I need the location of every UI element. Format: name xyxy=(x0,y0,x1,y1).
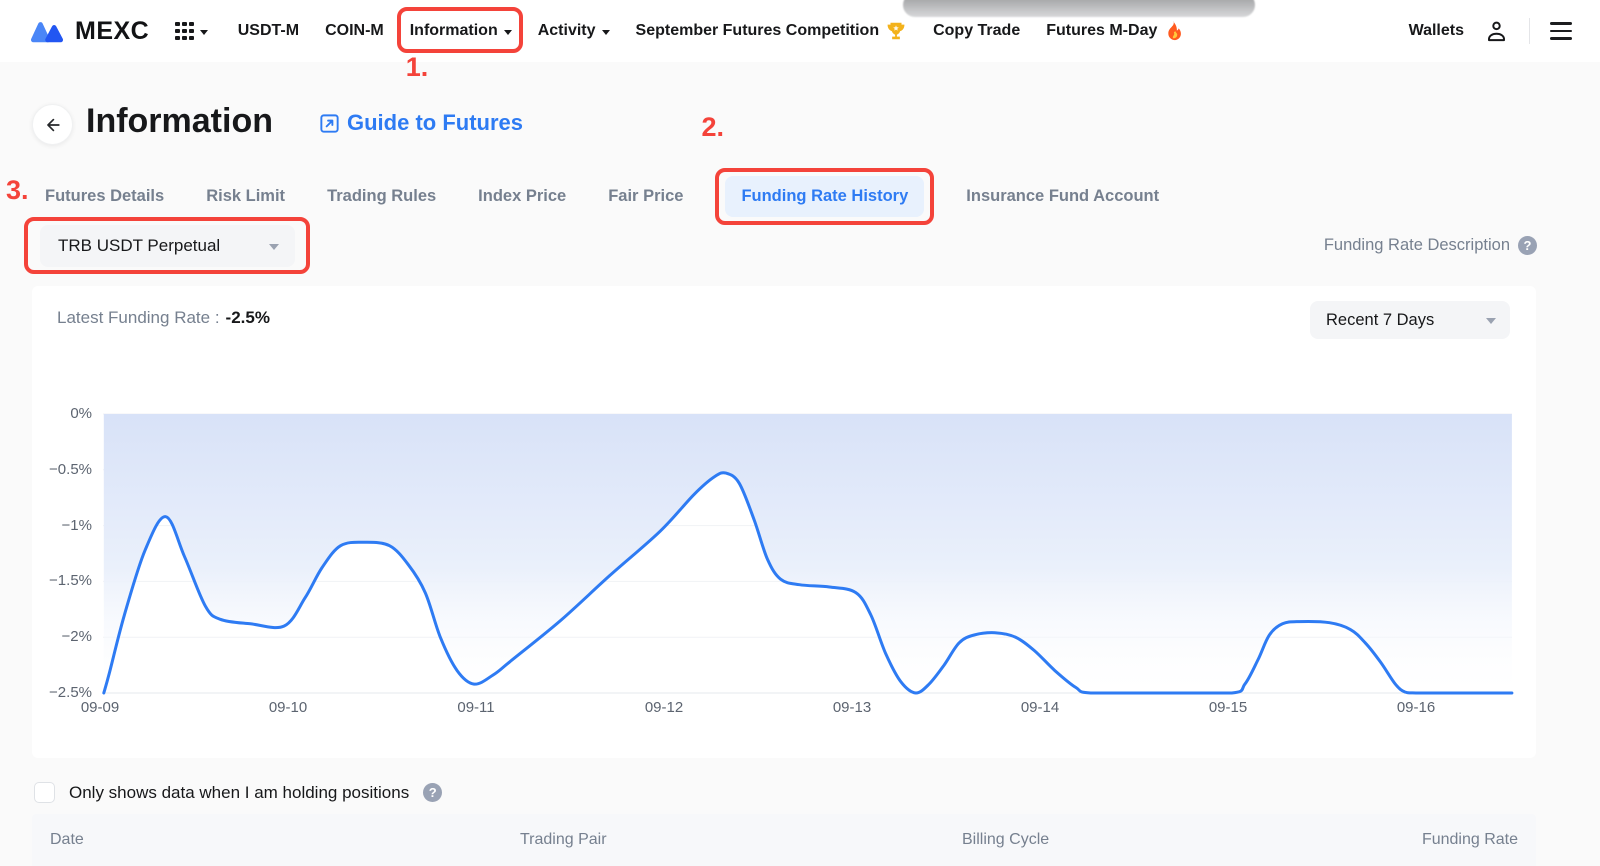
nav-item-label: Copy Trade xyxy=(933,22,1020,40)
funding-rate-table-header: Date Trading Pair Billing Cycle Funding Rat… xyxy=(32,814,1536,866)
nav-item-coin-m[interactable]: COIN-M xyxy=(325,22,384,40)
x-axis-tick: 09-12 xyxy=(645,699,683,716)
user-icon[interactable] xyxy=(1484,19,1509,44)
column-header-trading-pair: Trading Pair xyxy=(520,831,607,849)
x-axis-tick: 09-11 xyxy=(457,699,494,716)
chevron-down-icon xyxy=(269,244,279,250)
grid-icon xyxy=(175,22,194,41)
range-selector-value: Recent 7 Days xyxy=(1326,311,1434,330)
x-axis-tick: 09-09 xyxy=(81,699,119,716)
latest-funding-rate-value: -2.5% xyxy=(226,308,270,327)
column-header-billing-cycle: Billing Cycle xyxy=(962,831,1049,849)
positions-filter-row: Only shows data when I am holding positi… xyxy=(34,782,442,803)
top-navbar: MEXC USDT-M COIN-M Information1. Activity Se… xyxy=(0,0,1600,62)
nav-item-information[interactable]: Information1. xyxy=(410,22,512,40)
guide-to-futures-link[interactable]: Guide to Futures xyxy=(318,110,523,136)
funding-rate-description-label: Funding Rate Description xyxy=(1324,236,1510,255)
apps-grid-button[interactable] xyxy=(175,22,208,41)
tab-label: Index Price xyxy=(478,187,566,205)
menu-icon[interactable] xyxy=(1550,22,1572,40)
funding-rate-description-link[interactable]: Funding Rate Description ? xyxy=(1324,236,1537,255)
funding-rate-chart-card: Latest Funding Rate : -2.5% Recent 7 Days xyxy=(32,286,1536,758)
range-selector[interactable]: Recent 7 Days xyxy=(1310,301,1510,339)
mexc-logo-icon xyxy=(28,17,66,45)
chevron-down-icon xyxy=(200,30,208,35)
information-tabs: Futures Details Risk Limit Trading Rules In… xyxy=(45,176,1159,217)
nav-item-copy-trade[interactable]: Copy Trade xyxy=(933,22,1020,40)
pair-selector[interactable]: TRB USDT Perpetual xyxy=(40,225,295,267)
tab-risk-limit[interactable]: Risk Limit xyxy=(206,187,285,206)
y-axis-tick: −1.5% xyxy=(26,572,92,589)
y-axis-tick: 0% xyxy=(26,405,92,422)
mexc-logo-text: MEXC xyxy=(75,17,149,46)
chevron-down-icon xyxy=(602,30,610,35)
tab-label: Fair Price xyxy=(608,187,683,205)
nav-item-label: COIN-M xyxy=(325,22,384,40)
tab-label: Funding Rate History xyxy=(741,187,908,205)
y-axis-tick: −0.5% xyxy=(26,461,92,478)
guide-icon xyxy=(318,112,341,135)
x-axis-tick: 09-16 xyxy=(1397,699,1435,716)
arrow-left-icon xyxy=(43,115,63,135)
blurred-notification xyxy=(903,0,1255,17)
nav-item-label: Information xyxy=(410,22,498,40)
tab-futures-details[interactable]: Futures Details xyxy=(45,187,164,206)
trophy-icon xyxy=(885,20,907,42)
x-axis-tick: 09-15 xyxy=(1209,699,1247,716)
main-nav: USDT-M COIN-M Information1. Activity Septemb… xyxy=(238,20,1184,42)
chevron-down-icon xyxy=(504,30,512,35)
wallets-link[interactable]: Wallets xyxy=(1409,22,1464,40)
x-axis-tick: 09-13 xyxy=(833,699,871,716)
mexc-logo[interactable]: MEXC xyxy=(28,17,149,46)
tab-label: Trading Rules xyxy=(327,187,436,205)
nav-item-label: September Futures Competition xyxy=(636,22,880,40)
page-title: Information xyxy=(86,102,273,141)
y-axis-tick: −1% xyxy=(26,517,92,534)
tab-label: Risk Limit xyxy=(206,187,285,205)
positions-filter-checkbox[interactable] xyxy=(34,782,55,803)
positions-filter-label: Only shows data when I am holding positi… xyxy=(69,783,409,803)
latest-funding-rate: Latest Funding Rate : -2.5% xyxy=(57,308,270,328)
column-header-funding-rate: Funding Rate xyxy=(1422,831,1518,849)
latest-funding-rate-label: Latest Funding Rate : xyxy=(57,308,220,327)
pair-selector-wrap: TRB USDT Perpetual 3. xyxy=(40,225,295,267)
chevron-down-icon xyxy=(1486,318,1496,324)
nav-item-label: Futures M-Day xyxy=(1046,22,1157,40)
x-axis-tick: 09-10 xyxy=(269,699,307,716)
column-header-date: Date xyxy=(50,831,84,849)
back-button[interactable] xyxy=(32,104,73,145)
nav-item-activity[interactable]: Activity xyxy=(538,22,610,40)
nav-item-futures-m-day[interactable]: Futures M-Day xyxy=(1046,20,1183,42)
help-icon[interactable]: ? xyxy=(423,783,442,802)
tab-trading-rules[interactable]: Trading Rules xyxy=(327,187,436,206)
tab-fair-price[interactable]: Fair Price xyxy=(608,187,683,206)
tab-index-price[interactable]: Index Price xyxy=(478,187,566,206)
annotation-number-3: 3. xyxy=(6,175,29,206)
fire-icon xyxy=(1163,20,1183,42)
tab-insurance-fund-account[interactable]: Insurance Fund Account xyxy=(966,187,1159,206)
y-axis-tick: −2% xyxy=(26,628,92,645)
nav-item-usdt-m[interactable]: USDT-M xyxy=(238,22,299,40)
mexc-futures-information-page: MEXC USDT-MCOIN-MInformation1.ActivitySe… xyxy=(0,0,1600,866)
divider xyxy=(1529,18,1530,44)
tab-funding-rate-history[interactable]: Funding Rate History2. xyxy=(725,176,924,217)
tab-label: Insurance Fund Account xyxy=(966,187,1159,205)
nav-item-label: Activity xyxy=(538,22,596,40)
pair-selector-value: TRB USDT Perpetual xyxy=(58,236,220,256)
guide-link-label: Guide to Futures xyxy=(347,110,523,136)
navbar-right: Wallets xyxy=(1409,18,1572,44)
annotation-number-2: 2. xyxy=(701,112,724,143)
tab-label: Futures Details xyxy=(45,187,164,205)
nav-item-september-futures-competition[interactable]: September Futures Competition xyxy=(636,20,908,42)
annotation-number-1: 1. xyxy=(406,52,429,83)
help-icon: ? xyxy=(1518,236,1537,255)
x-axis-tick: 09-14 xyxy=(1021,699,1059,716)
nav-item-label: USDT-M xyxy=(238,22,299,40)
